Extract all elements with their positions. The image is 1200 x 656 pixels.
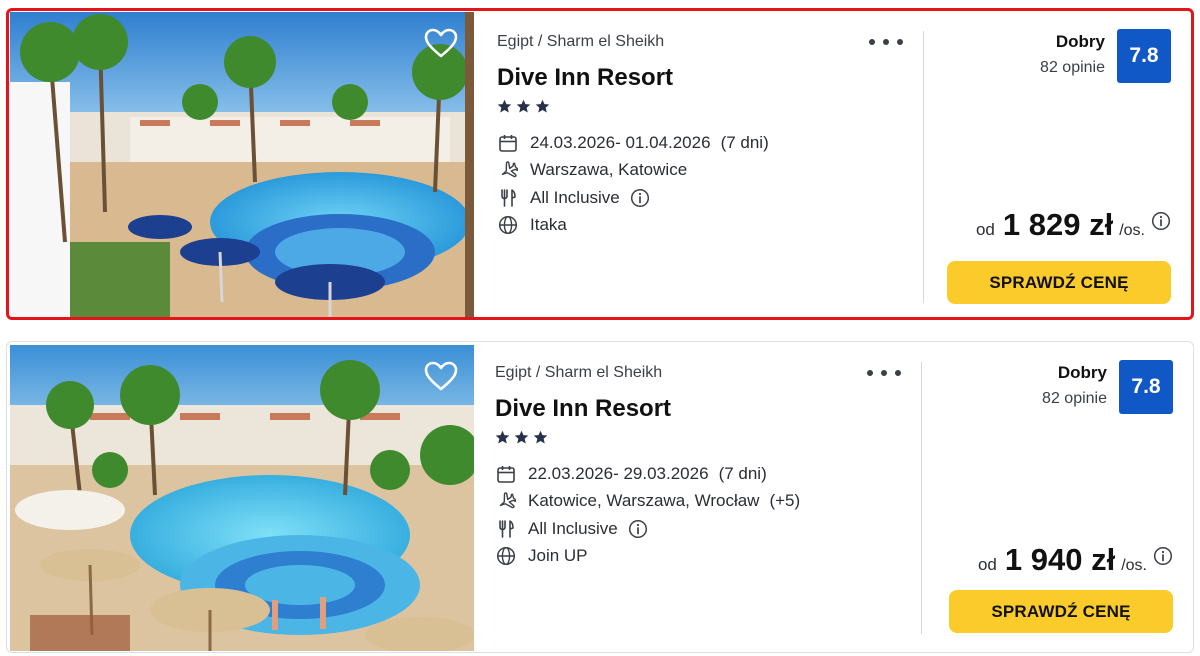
board-row: All Inclusive — [495, 515, 915, 543]
heart-icon — [424, 361, 458, 391]
info-icon[interactable] — [1151, 211, 1171, 231]
info-icon[interactable] — [1153, 546, 1173, 566]
price-block: od 1 940 zł /os. — [978, 542, 1173, 578]
price-prefix: od — [975, 220, 995, 239]
star-icon — [514, 430, 529, 445]
departure-row: Katowice, Warszawa, Wrocław (+5) — [495, 488, 915, 516]
price-value: 1 829 zł — [1002, 207, 1114, 242]
departure-cities: Warszawa, Katowice — [530, 160, 688, 180]
dates-row: 24.03.2026- 01.04.2026 (7 dni) — [497, 129, 917, 157]
price-unit: /os. — [1119, 222, 1145, 239]
review-count[interactable]: 82 opinie — [1042, 388, 1107, 410]
star-icon — [535, 99, 550, 114]
tour-operator: Join UP — [528, 546, 588, 566]
operator-row: Itaka — [497, 212, 917, 240]
favorite-button[interactable] — [424, 361, 458, 391]
departure-cities: Katowice, Warszawa, Wrocław — [528, 491, 760, 511]
rating-score-badge: 7.8 — [1117, 29, 1171, 83]
price-prefix: od — [977, 555, 997, 574]
location-breadcrumb[interactable]: Egipt / Sharm el Sheikh — [497, 31, 917, 53]
more-options-button[interactable] — [869, 31, 903, 53]
globe-icon — [497, 214, 519, 236]
more-departures-link[interactable]: (+5) — [769, 491, 800, 511]
rating-text: Dobry 82 opinie — [1040, 29, 1105, 79]
offer-details: 24.03.2026- 01.04.2026 (7 dni) Warszawa,… — [497, 129, 917, 239]
hotel-name[interactable]: Dive Inn Resort — [495, 394, 915, 424]
star-rating — [495, 430, 915, 450]
check-price-button[interactable]: SPRAWDŹ CENĘ — [947, 261, 1171, 304]
cutlery-icon — [495, 518, 517, 540]
card-divider — [923, 31, 924, 303]
calendar-icon — [497, 132, 519, 154]
more-dots-icon — [881, 370, 887, 376]
travel-dates: 22.03.2026- 29.03.2026 — [528, 463, 709, 483]
departure-row: Warszawa, Katowice — [497, 157, 917, 185]
hotel-photo[interactable] — [10, 345, 474, 651]
star-icon — [516, 99, 531, 114]
location-breadcrumb[interactable]: Egipt / Sharm el Sheikh — [495, 362, 915, 384]
more-dots-icon — [867, 370, 873, 376]
cutlery-icon — [497, 187, 519, 209]
offer-info: Egipt / Sharm el Sheikh Dive Inn Resort … — [495, 362, 915, 570]
rating-score-badge: 7.8 — [1119, 360, 1173, 414]
plane-icon — [495, 490, 517, 512]
star-icon — [495, 430, 510, 445]
more-options-button[interactable] — [867, 362, 901, 384]
rating-block[interactable]: Dobry 82 opinie 7.8 — [1040, 29, 1171, 83]
hotel-name[interactable]: Dive Inn Resort — [497, 63, 917, 93]
plane-icon — [497, 159, 519, 181]
star-icon — [497, 99, 512, 114]
offer-details: 22.03.2026- 29.03.2026 (7 dni) Katowice,… — [495, 460, 915, 570]
price-unit: /os. — [1121, 557, 1147, 574]
review-count[interactable]: 82 opinie — [1040, 57, 1105, 79]
board-type: All Inclusive — [528, 518, 618, 538]
info-icon[interactable] — [628, 519, 648, 539]
trip-duration: (7 dni) — [720, 132, 769, 152]
travel-dates: 24.03.2026- 01.04.2026 — [530, 132, 711, 152]
more-dots-icon — [869, 39, 875, 45]
price-block: od 1 829 zł /os. — [976, 207, 1171, 243]
board-type: All Inclusive — [530, 187, 620, 207]
more-dots-icon — [895, 370, 901, 376]
more-dots-icon — [897, 39, 903, 45]
favorite-button[interactable] — [424, 28, 458, 58]
rating-text: Dobry 82 opinie — [1042, 360, 1107, 410]
star-icon — [533, 430, 548, 445]
globe-icon — [495, 545, 517, 567]
offer-card[interactable]: Egipt / Sharm el Sheikh Dive Inn Resort … — [6, 8, 1194, 320]
trip-duration: (7 dni) — [718, 463, 767, 483]
dates-row: 22.03.2026- 29.03.2026 (7 dni) — [495, 460, 915, 488]
operator-row: Join UP — [495, 543, 915, 571]
rating-label: Dobry — [1057, 363, 1107, 382]
hotel-photo[interactable] — [10, 12, 474, 317]
check-price-button[interactable]: SPRAWDŹ CENĘ — [949, 590, 1173, 633]
star-rating — [497, 99, 917, 119]
offer-card[interactable]: Egipt / Sharm el Sheikh Dive Inn Resort … — [6, 341, 1194, 653]
heart-icon — [424, 28, 458, 58]
offer-info: Egipt / Sharm el Sheikh Dive Inn Resort … — [497, 31, 917, 239]
calendar-icon — [495, 463, 517, 485]
card-divider — [921, 362, 922, 634]
tour-operator: Itaka — [530, 215, 567, 235]
board-row: All Inclusive — [497, 184, 917, 212]
more-dots-icon — [883, 39, 889, 45]
price-value: 1 940 zł — [1004, 542, 1116, 577]
rating-label: Dobry — [1055, 32, 1105, 51]
info-icon[interactable] — [630, 188, 650, 208]
rating-block[interactable]: Dobry 82 opinie 7.8 — [1042, 360, 1173, 414]
